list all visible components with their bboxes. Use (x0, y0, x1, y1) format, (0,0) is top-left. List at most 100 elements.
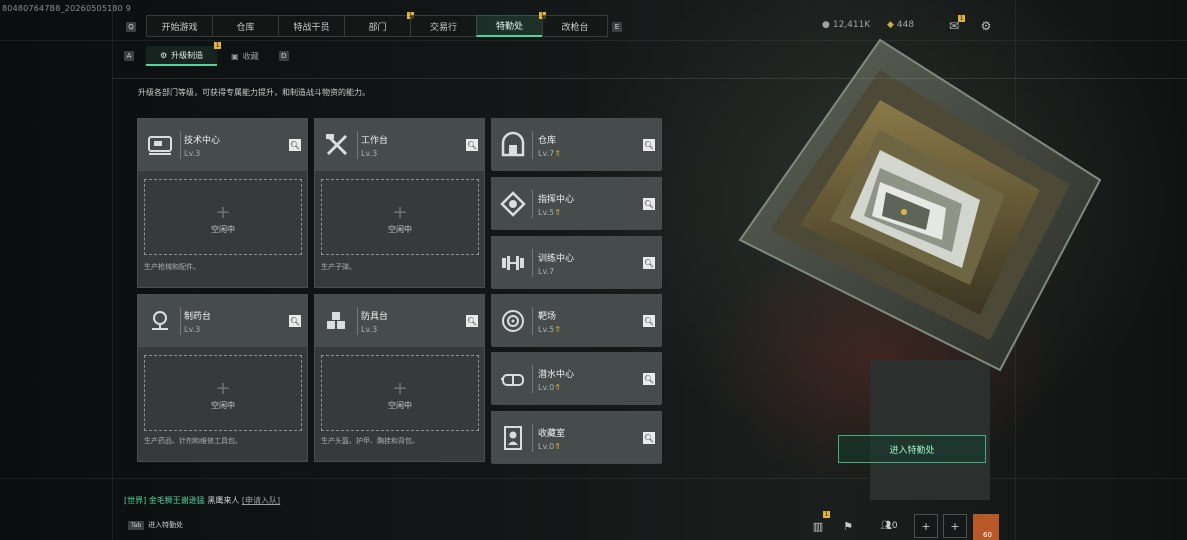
chat-user[interactable]: 金毛狮王谢逊猛 (149, 496, 205, 505)
facility-render-image (738, 38, 1102, 500)
card-name: 收藏室 (538, 429, 566, 439)
level-text: Lv.5 (538, 325, 555, 334)
chat-channel: [世界] (124, 496, 147, 505)
search-icon[interactable]: 🔍︎ (466, 139, 478, 151)
add-teammate-button[interactable]: + (914, 514, 938, 538)
stats-icon[interactable]: ▥ 1 (806, 511, 830, 538)
production-slot[interactable]: + 空闲中 (144, 355, 302, 431)
subtab-label: 收藏 (242, 51, 259, 61)
card-name: 技术中心 (184, 136, 221, 146)
chat-join-link[interactable]: [申请入队] (242, 496, 280, 505)
key-hint-d: D (278, 51, 289, 61)
card-pharmacy[interactable]: 制药台 Lv.3 🔍︎ + 空闲中 生产药品、针剂和维修工具包。 (137, 294, 308, 462)
search-icon[interactable]: 🔍︎ (643, 432, 655, 444)
card-armor-bench[interactable]: 防具台 Lv.3 🔍︎ + 空闲中 生产头盔、护甲、胸挂和背包。 (314, 294, 485, 462)
card-description: 生产头盔、护甲、胸挂和背包。 (321, 437, 419, 445)
dumbbell-icon (502, 256, 524, 270)
card-description: 生产枪械和配件。 (144, 263, 200, 271)
level-text: Lv.0 (538, 442, 555, 451)
card-name: 制药台 (184, 312, 212, 322)
card-level: Lv.0⇑ (538, 442, 561, 451)
separator (532, 424, 533, 452)
search-icon[interactable]: 🔍︎ (643, 373, 655, 385)
slot-status: 空闲中 (211, 225, 235, 234)
plus-icon: + (392, 202, 408, 223)
tab-label: 开始游戏 (161, 22, 198, 33)
card-level: Lv.5⇑ (538, 208, 561, 217)
notification-badge: 1 (958, 15, 965, 22)
plus-icon: + (215, 202, 231, 223)
card-level: Lv.7 (538, 267, 555, 276)
search-icon[interactable]: 🔍︎ (643, 198, 655, 210)
card-training-center[interactable]: 训练中心 Lv.7 🔍︎ (491, 236, 662, 289)
search-icon[interactable]: 🔍︎ (466, 315, 478, 327)
flag-icon[interactable]: ⚑ (836, 514, 860, 538)
chat-line: [世界] 金毛狮王谢逊猛 黑鹰来人 [申请入队] (124, 495, 280, 506)
tab-label: 部门 (368, 22, 387, 33)
add-teammate-button[interactable]: + (943, 514, 967, 538)
subtab-collection[interactable]: ▣ 收藏 (217, 47, 273, 65)
separator (180, 307, 181, 335)
production-slot[interactable]: + 空闲中 (321, 179, 479, 255)
gear-icon[interactable]: ⚙ (978, 18, 994, 34)
friends-button[interactable]: 👥︎ 0 (874, 514, 904, 538)
separator (532, 190, 533, 218)
currency-value: 448 (896, 20, 915, 30)
tab-start-game[interactable]: 开始游戏 (146, 15, 212, 37)
card-warehouse[interactable]: 仓库 Lv.7⇑ 🔍︎ (491, 118, 662, 171)
card-level: Lv.3 (361, 149, 378, 158)
microscope-icon (152, 311, 168, 330)
upgrade-arrow-icon: ⇑ (554, 442, 561, 451)
friends-count: 0 (891, 521, 898, 531)
divider (112, 78, 1187, 79)
card-workbench[interactable]: 工作台 Lv.3 🔍︎ + 空闲中 生产子弹。 (314, 118, 485, 288)
vault-icon (501, 131, 525, 157)
search-icon[interactable]: 🔍︎ (643, 315, 655, 327)
search-icon[interactable]: 🔍︎ (643, 139, 655, 151)
player-level: 60 (983, 531, 992, 539)
tab-operators[interactable]: 特战干员 (278, 15, 344, 37)
level-text: Lv.0 (538, 383, 555, 392)
tab-key-hint: Tab (128, 520, 145, 530)
card-name: 仓库 (538, 136, 557, 146)
plus-icon: + (392, 378, 408, 399)
search-icon[interactable]: 🔍︎ (289, 139, 301, 151)
plus-icon: + (215, 378, 231, 399)
tab-label: 特勤处 (495, 22, 523, 32)
collection-icon: ▣ (231, 51, 239, 61)
card-command-center[interactable]: 指挥中心 Lv.5⇑ 🔍︎ (491, 177, 662, 230)
craft-icon: ⚙ (160, 50, 168, 60)
tab-department[interactable]: 部门1 (344, 12, 414, 37)
tab-label: 交易行 (429, 22, 457, 33)
card-description: 生产子弹。 (321, 263, 356, 271)
card-collection-room[interactable]: 收藏室 Lv.0⇑ 🔍︎ (491, 411, 662, 464)
card-level: Lv.3 (184, 149, 201, 158)
subtab-upgrade-craft[interactable]: ⚙ 升级制造 1 (146, 42, 222, 66)
card-shooting-range[interactable]: 靶场 Lv.5⇑ 🔍︎ (491, 294, 662, 347)
tab-hint[interactable]: Tab 进入特勤处 (128, 520, 183, 530)
tab-gunsmith[interactable]: 改枪台 (542, 15, 608, 37)
tab-warehouse[interactable]: 仓库 (212, 15, 278, 37)
search-icon[interactable]: 🔍︎ (643, 257, 655, 269)
production-slot[interactable]: + 空闲中 (144, 179, 302, 255)
card-diving-center[interactable]: 潜水中心 Lv.0⇑ 🔍︎ (491, 352, 662, 405)
tab-trading[interactable]: 交易行 (410, 15, 476, 37)
separator (180, 131, 181, 159)
build-watermark: 804807647B8_20260505180 9 (2, 4, 132, 13)
slot-status: 空闲中 (388, 225, 412, 234)
production-slot[interactable]: + 空闲中 (321, 355, 479, 431)
mail-icon[interactable]: ✉ 1 (946, 15, 965, 34)
card-description: 生产药品、针剂和维修工具包。 (144, 437, 242, 445)
slot-status: 空闲中 (388, 401, 412, 410)
friends-icon: 👥︎ (880, 521, 892, 531)
hammer-wrench-icon (326, 134, 348, 156)
upgrade-arrow-icon: ⇑ (554, 383, 561, 392)
key-hint-e: E (612, 22, 622, 32)
search-icon[interactable]: 🔍︎ (289, 315, 301, 327)
tab-special-ops[interactable]: 特勤处1 (476, 12, 546, 37)
enter-special-ops-button[interactable]: 进入特勤处 (838, 435, 986, 463)
main-tabs: 开始游戏 仓库 特战干员 部门1 交易行 特勤处1 改枪台 (146, 12, 608, 37)
key-hint-a: A (124, 51, 134, 61)
card-tech-center[interactable]: 技术中心 Lv.3 🔍︎ + 空闲中 生产枪械和配件。 (137, 118, 308, 288)
key-hint-q: Q (126, 22, 136, 32)
